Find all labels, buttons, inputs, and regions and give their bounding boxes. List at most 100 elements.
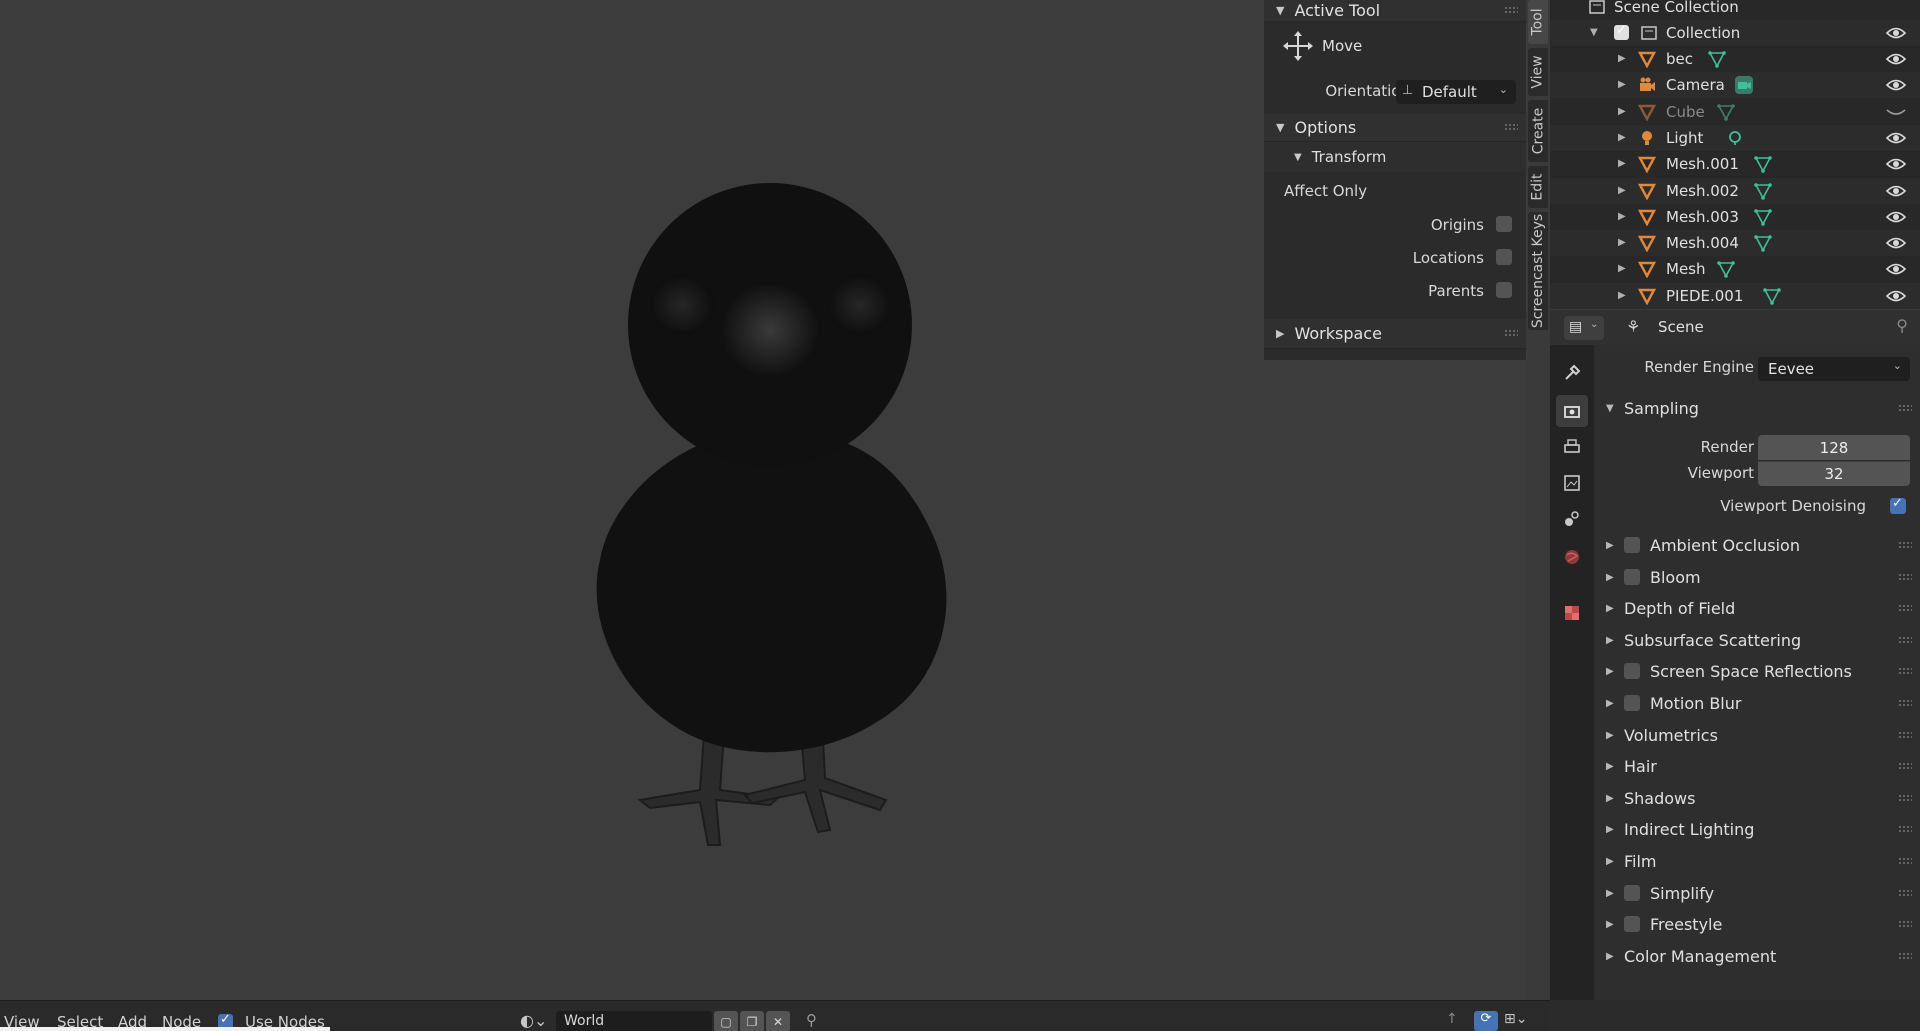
drag-grip-icon[interactable] [1898, 920, 1912, 929]
drag-grip-icon[interactable] [1898, 699, 1912, 707]
mesh-data-icon[interactable] [1753, 182, 1772, 200]
drag-grip-icon[interactable] [1898, 404, 1912, 412]
drag-grip-icon[interactable] [1504, 329, 1518, 337]
mesh-data-icon[interactable] [1753, 234, 1772, 252]
tab-view-layer[interactable] [1556, 467, 1588, 499]
viewport-samples-field[interactable]: 32 [1758, 461, 1910, 486]
duplicate-button[interactable]: ❐ [740, 1011, 764, 1031]
render-section-header[interactable]: ▶ Color Management [1594, 941, 1920, 972]
sync-toggle[interactable]: ⟳ [1474, 1011, 1498, 1031]
expand-triangle-icon[interactable]: ▶ [1618, 106, 1626, 117]
drag-grip-icon[interactable] [1898, 825, 1912, 834]
tab-output[interactable] [1556, 431, 1588, 463]
locations-row[interactable]: Locations [1264, 241, 1526, 274]
tab-create[interactable]: Create [1528, 100, 1548, 162]
expand-triangle-icon[interactable]: ▶ [1618, 185, 1626, 196]
render-section-header[interactable]: ▶ Ambient Occlusion [1594, 530, 1920, 561]
active-tool-header[interactable]: ▼ Active Tool [1264, 0, 1526, 22]
eye-icon[interactable] [1886, 236, 1906, 250]
tab-tool-settings[interactable] [1556, 357, 1588, 389]
world-globe-icon[interactable]: ◐⌄ [520, 1011, 547, 1030]
drag-grip-icon[interactable] [1898, 667, 1912, 676]
render-section-header[interactable]: ▶ Motion Blur [1594, 688, 1920, 719]
parents-row[interactable]: Parents [1264, 274, 1526, 307]
eye-closed-icon[interactable] [1886, 105, 1906, 119]
eye-icon[interactable] [1886, 210, 1906, 224]
collapse-triangle-icon[interactable]: ▼ [1590, 27, 1598, 38]
section-enable-checkbox[interactable] [1624, 663, 1640, 680]
drag-grip-icon[interactable] [1898, 888, 1912, 897]
drag-grip-icon[interactable] [1504, 123, 1518, 131]
tab-screencast-keys[interactable]: Screencast Keys [1528, 212, 1548, 330]
fake-user-button[interactable]: ▢ [714, 1011, 738, 1031]
viewport-denoising-checkbox[interactable] [1890, 496, 1906, 514]
mesh-data-icon[interactable] [1753, 155, 1772, 173]
drag-grip-icon[interactable] [1898, 857, 1912, 865]
section-enable-checkbox[interactable] [1624, 916, 1640, 933]
render-engine-dropdown[interactable]: Eevee ⌄ [1758, 357, 1910, 381]
drag-grip-icon[interactable] [1898, 951, 1912, 960]
snap-icon[interactable]: ⊞⌄ [1504, 1011, 1527, 1027]
bird-model[interactable] [0, 0, 1264, 1000]
parents-checkbox[interactable] [1496, 282, 1512, 298]
workspace-header[interactable]: ▶ Workspace [1264, 319, 1526, 349]
drag-grip-icon[interactable] [1504, 6, 1518, 14]
tool-row[interactable]: Move [1264, 22, 1526, 70]
tab-view[interactable]: View [1528, 48, 1548, 96]
expand-triangle-icon[interactable]: ▶ [1618, 132, 1626, 143]
render-section-header[interactable]: ▶ Depth of Field [1594, 593, 1920, 624]
outliner-item[interactable]: ▶ Mesh [1550, 256, 1920, 282]
pin-icon[interactable]: ⚲ [1896, 316, 1908, 335]
unlink-button[interactable]: ✕ [766, 1011, 790, 1031]
outliner-item[interactable]: ▶ Light [1550, 124, 1920, 151]
eye-icon[interactable] [1886, 262, 1906, 276]
eye-icon[interactable] [1886, 131, 1906, 145]
expand-triangle-icon[interactable]: ▶ [1618, 211, 1626, 222]
outliner-item[interactable]: ▶ Mesh.003 [1550, 204, 1920, 230]
render-section-header[interactable]: ▶ Hair [1594, 751, 1920, 782]
render-section-header[interactable]: ▶ Simplify [1594, 878, 1920, 909]
tab-edit[interactable]: Edit [1528, 166, 1548, 208]
mesh-data-icon[interactable] [1762, 287, 1781, 305]
tab-render[interactable] [1556, 395, 1588, 427]
outliner-item[interactable]: ▶ Cube [1550, 99, 1920, 125]
drag-grip-icon[interactable] [1898, 604, 1912, 613]
eye-icon[interactable] [1886, 52, 1906, 66]
scene-collection-row[interactable]: Scene Collection [1550, 0, 1920, 20]
transform-subheader[interactable]: ▼ Transform [1264, 142, 1526, 172]
outliner-item[interactable]: ▶ bec [1550, 46, 1920, 72]
expand-triangle-icon[interactable]: ▶ [1618, 263, 1626, 274]
outliner-item[interactable]: ▶ Mesh.002 [1550, 177, 1920, 204]
expand-triangle-icon[interactable]: ▶ [1618, 237, 1626, 248]
collection-include-checkbox[interactable] [1614, 23, 1629, 40]
section-enable-checkbox[interactable] [1624, 568, 1640, 585]
mesh-data-icon[interactable] [1716, 260, 1735, 279]
origins-checkbox[interactable] [1496, 216, 1512, 232]
drag-grip-icon[interactable] [1898, 635, 1912, 644]
section-enable-checkbox[interactable] [1624, 884, 1640, 901]
expand-triangle-icon[interactable]: ▶ [1618, 53, 1626, 64]
mesh-data-icon[interactable] [1716, 103, 1735, 121]
arrow-up-icon[interactable]: ↑ [1446, 1011, 1458, 1027]
move-tool-icon[interactable] [1282, 30, 1314, 62]
eye-icon[interactable] [1886, 184, 1906, 198]
render-section-header[interactable]: ▶ Shadows [1594, 783, 1920, 814]
eye-icon[interactable] [1886, 157, 1906, 171]
world-name-field[interactable]: World [556, 1011, 712, 1031]
pin-icon[interactable]: ⚲ [806, 1011, 817, 1029]
eye-icon[interactable] [1886, 26, 1906, 40]
light-data-icon[interactable] [1726, 129, 1744, 147]
tab-texture[interactable] [1556, 597, 1588, 629]
eye-icon[interactable] [1886, 289, 1906, 303]
sampling-header[interactable]: ▼ Sampling [1594, 393, 1920, 424]
mesh-data-icon[interactable] [1707, 50, 1726, 68]
drag-grip-icon[interactable] [1898, 572, 1912, 581]
drag-grip-icon[interactable] [1898, 793, 1912, 802]
tab-tool[interactable]: Tool [1528, 0, 1548, 44]
render-section-header[interactable]: ▶ Bloom [1594, 562, 1920, 593]
tab-world[interactable] [1556, 541, 1588, 573]
outliner-item[interactable]: ▶ PIEDE.001 [1550, 282, 1920, 309]
mesh-data-icon[interactable] [1753, 208, 1772, 226]
drag-grip-icon[interactable] [1898, 762, 1912, 771]
camera-data-icon[interactable] [1735, 76, 1754, 95]
